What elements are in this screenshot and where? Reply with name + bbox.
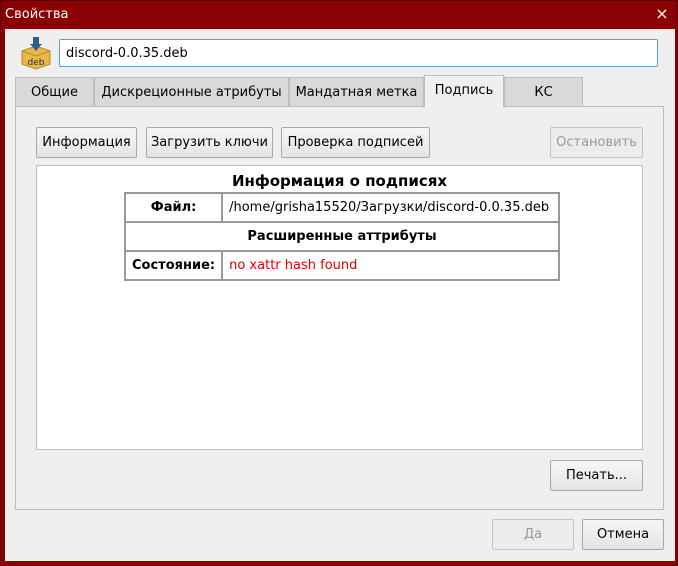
- cancel-button[interactable]: Отмена: [582, 519, 664, 550]
- tab-discretionary-attributes[interactable]: Дискреционные атрибуты: [94, 77, 289, 107]
- tab-general[interactable]: Общие: [15, 77, 94, 107]
- info-button[interactable]: Информация: [36, 127, 137, 158]
- table-row: Файл: /home/grisha15520/Загрузки/discord…: [123, 192, 560, 223]
- filename-input[interactable]: [59, 39, 658, 67]
- file-path-value: /home/grisha15520/Загрузки/discord-0.0.3…: [221, 192, 560, 223]
- deb-package-icon: deb: [21, 37, 51, 70]
- load-keys-button[interactable]: Загрузить ключи: [146, 127, 273, 158]
- state-label: Состояние:: [123, 250, 224, 281]
- window-title: Свойства: [5, 7, 69, 22]
- tab-ks[interactable]: КС: [504, 77, 583, 107]
- table-row: Расширенные аттрибуты: [124, 221, 560, 252]
- tab-signature[interactable]: Подпись: [424, 75, 504, 107]
- extended-attributes-header: Расширенные аттрибуты: [124, 221, 560, 252]
- title-bar[interactable]: Свойства ×: [1, 1, 677, 29]
- state-value: no xattr hash found: [221, 250, 560, 281]
- ok-button[interactable]: Да: [492, 519, 574, 550]
- file-label: Файл:: [123, 192, 224, 223]
- properties-window: Свойства × deb Общие Дискреционные атриб…: [0, 0, 678, 566]
- tab-mandatory-label[interactable]: Мандатная метка: [289, 77, 424, 107]
- signature-info-table: Файл: /home/grisha15520/Загрузки/discord…: [123, 192, 560, 281]
- close-icon[interactable]: ×: [653, 5, 671, 23]
- print-button[interactable]: Печать...: [550, 460, 643, 491]
- check-signatures-button[interactable]: Проверка подписей: [281, 127, 430, 158]
- table-row: Состояние: no xattr hash found: [123, 250, 560, 281]
- stop-button[interactable]: Остановить: [550, 127, 643, 158]
- deb-icon-text: deb: [28, 58, 45, 68]
- signature-info-area: Информация о подписях Файл: /home/grisha…: [36, 165, 643, 450]
- signature-tab-panel: Информация Загрузить ключи Проверка подп…: [15, 106, 664, 510]
- signature-info-title: Информация о подписях: [231, 172, 448, 190]
- tab-bar: Общие Дискреционные атрибуты Мандатная м…: [15, 75, 655, 107]
- dialog-client-area: deb Общие Дискреционные атрибуты Мандатн…: [5, 29, 675, 561]
